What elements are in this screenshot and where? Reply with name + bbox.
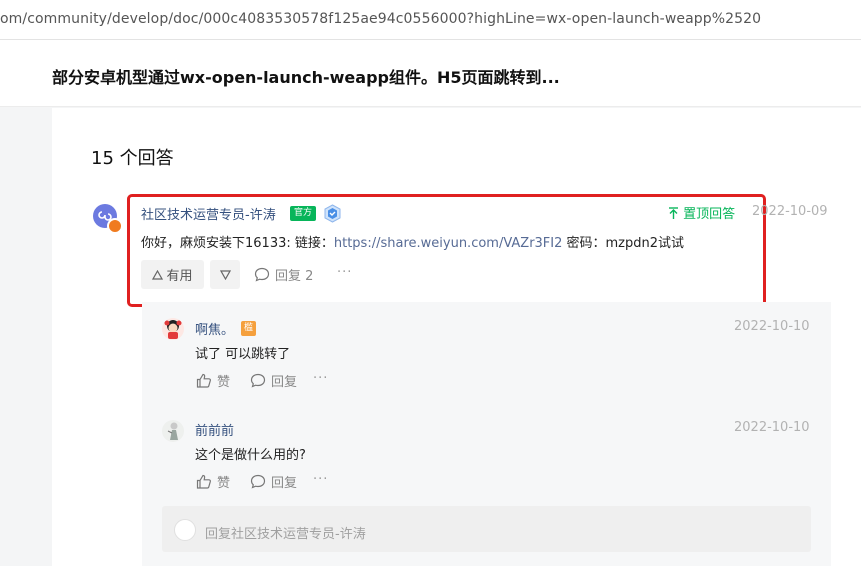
useful-label: 有用: [166, 269, 193, 284]
avatar-status-dot: [107, 218, 123, 234]
current-user-avatar: [174, 519, 196, 541]
like-label: 赞: [217, 476, 231, 491]
answer-text-prefix: 你好，麻烦安装下16133: 链接：: [141, 236, 334, 251]
reply-avatar[interactable]: [162, 420, 184, 442]
sketch-figure-avatar-icon: [167, 422, 178, 440]
question-title[interactable]: 部分安卓机型通过wx-open-launch-weapp组件。H5页面跳转到..…: [52, 64, 560, 88]
reply-author-name[interactable]: 啊焦。: [195, 319, 234, 338]
browser-address-bar[interactable]: om/community/develop/doc/000c4083530578f…: [0, 0, 861, 40]
verified-shield-icon: [324, 204, 341, 223]
answer-author-name[interactable]: 社区技术运营专员-许涛: [141, 204, 276, 223]
reply-text: 试了 可以跳转了: [195, 347, 291, 362]
thumbs-up-icon: [196, 474, 211, 489]
more-options-button[interactable]: ···: [337, 265, 352, 280]
upvote-triangle-icon: [152, 269, 164, 280]
reply-actions: 赞 回复: [196, 472, 297, 491]
reply-author-name[interactable]: 前前前: [195, 420, 234, 439]
answer-text-suffix: 密码：mzpdn2试试: [562, 236, 685, 251]
reply-text: 这个是做什么用的?: [195, 448, 306, 463]
reply-reply-label: 回复: [271, 375, 298, 390]
useful-button[interactable]: 有用: [141, 260, 204, 289]
answer-body: 你好，麻烦安装下16133: 链接：https://share.weiyun.c…: [141, 232, 684, 251]
question-header: 部分安卓机型通过wx-open-launch-weapp组件。H5页面跳转到..…: [0, 40, 861, 107]
downvote-triangle-icon: [219, 269, 231, 280]
like-label: 赞: [217, 375, 231, 390]
reply-reply-button[interactable]: 回复: [250, 371, 297, 390]
like-button[interactable]: 赞: [196, 472, 230, 491]
downvote-button[interactable]: [210, 260, 240, 289]
reply-date: 2022-10-10: [734, 420, 810, 435]
reply-date: 2022-10-10: [734, 319, 810, 334]
official-badge: 官方: [290, 206, 316, 221]
reply-avatar[interactable]: [162, 318, 184, 340]
like-button[interactable]: 赞: [196, 371, 230, 390]
reply-more-button[interactable]: ···: [313, 472, 328, 487]
reply-more-button[interactable]: ···: [313, 371, 328, 386]
comment-bubble-icon: [250, 474, 266, 489]
answer-link[interactable]: https://share.weiyun.com/VAZr3FI2: [334, 236, 563, 251]
reply-input-placeholder: 回复社区技术运营专员-许涛: [205, 527, 366, 542]
answers-count: 15 个回答: [91, 148, 174, 169]
reply-author-tag: 槛: [241, 321, 256, 336]
reply-reply-button[interactable]: 回复: [250, 472, 297, 491]
pinned-answer-label: 置顶回答: [668, 203, 735, 222]
reply-button[interactable]: 回复 2: [254, 265, 313, 284]
url-text[interactable]: om/community/develop/doc/000c4083530578f…: [0, 11, 761, 27]
reply-label: 回复 2: [275, 269, 314, 284]
thumbs-up-icon: [196, 373, 211, 388]
pin-arrow-icon: [669, 207, 678, 219]
pinned-text: 置顶回答: [683, 207, 736, 222]
reply-input[interactable]: 回复社区技术运营专员-许涛: [162, 506, 811, 552]
comment-bubble-icon: [254, 267, 270, 282]
cartoon-girl-avatar-icon: [164, 320, 182, 339]
reply-reply-label: 回复: [271, 476, 298, 491]
answer-date: 2022-10-09: [752, 204, 828, 219]
reply-actions: 赞 回复: [196, 371, 297, 390]
author-avatar[interactable]: [93, 204, 123, 234]
comment-bubble-icon: [250, 373, 266, 388]
